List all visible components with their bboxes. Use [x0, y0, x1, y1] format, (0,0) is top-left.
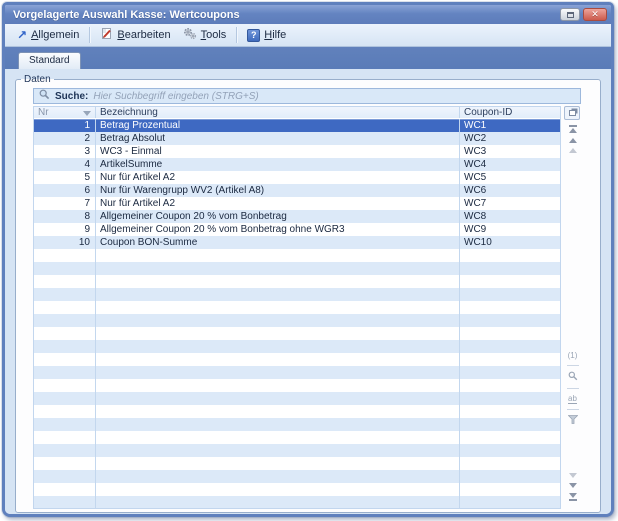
- table-row[interactable]: 2Betrag AbsolutWC2: [34, 132, 560, 145]
- strip-separator: [567, 388, 579, 389]
- table-body: 1Betrag ProzentualWC12Betrag AbsolutWC23…: [34, 119, 560, 509]
- table-row-empty: [34, 379, 560, 392]
- table-row[interactable]: 4ArtikelSummeWC4: [34, 158, 560, 171]
- table-row-empty: [34, 405, 560, 418]
- table-row[interactable]: 8Allgemeiner Coupon 20 % vom BonbetragWC…: [34, 210, 560, 223]
- content-panel: Daten Suche: Hier Suchbegriff eingeben (…: [5, 69, 611, 517]
- table-row-empty: [34, 470, 560, 483]
- window: Vorgelagerte Auswahl Kasse: Wertcoupons …: [2, 2, 614, 517]
- table-row-empty: [34, 275, 560, 288]
- table-row-empty: [34, 431, 560, 444]
- column-header-nr[interactable]: Nr: [34, 107, 96, 118]
- table-row-empty: [34, 262, 560, 275]
- coupon-table: Nr Bezeichnung Coupon-ID 1Betrag Prozent…: [33, 106, 561, 509]
- magnifier-icon: [39, 87, 50, 105]
- toolbar-item-hilfe[interactable]: ? Hilfe: [241, 27, 292, 44]
- strip-separator: [567, 365, 579, 366]
- columns-icon[interactable]: (1): [568, 351, 578, 360]
- toolbar-label: Bearbeiten: [117, 29, 170, 41]
- column-chooser-button[interactable]: [564, 106, 580, 120]
- page-down-icon[interactable]: [569, 473, 577, 478]
- table-row-empty: [34, 301, 560, 314]
- table-row-empty: [34, 457, 560, 470]
- grid-nav-strip: (1) ab: [564, 123, 581, 509]
- window-title: Vorgelagerte Auswahl Kasse: Wertcoupons: [13, 9, 560, 21]
- question-icon: ?: [247, 29, 260, 42]
- move-up-icon[interactable]: [569, 138, 577, 143]
- table-row[interactable]: 9Allgemeiner Coupon 20 % vom Bonbetrag o…: [34, 223, 560, 236]
- move-down-icon[interactable]: [569, 483, 577, 488]
- column-header-bezeichnung[interactable]: Bezeichnung: [96, 107, 460, 118]
- table-row[interactable]: 6Nur für Warengrupp WV2 (Artikel A8)WC6: [34, 184, 560, 197]
- table-row-empty: [34, 314, 560, 327]
- table-row-empty: [34, 418, 560, 431]
- search-placeholder: Hier Suchbegriff eingeben (STRG+S): [93, 91, 258, 102]
- toolbar-item-bearbeiten[interactable]: Bearbeiten: [94, 25, 176, 45]
- table-row-empty: [34, 392, 560, 405]
- search-icon[interactable]: [568, 371, 578, 383]
- scroll-to-top-icon[interactable]: [569, 125, 577, 133]
- tab-band: Standard: [5, 47, 611, 69]
- table-row-empty: [34, 496, 560, 509]
- column-chooser-icon: [569, 110, 576, 116]
- notebook-pen-icon: [100, 27, 113, 43]
- table-header: Nr Bezeichnung Coupon-ID: [34, 106, 560, 119]
- table-row[interactable]: 1Betrag ProzentualWC1: [34, 119, 560, 132]
- arrow-up-right-icon: ↗: [17, 30, 27, 40]
- maximize-icon: [567, 12, 574, 18]
- column-header-coupon-id[interactable]: Coupon-ID: [460, 107, 560, 118]
- titlebar: Vorgelagerte Auswahl Kasse: Wertcoupons …: [5, 5, 611, 24]
- text-find-icon[interactable]: ab: [568, 394, 577, 404]
- filter-icon[interactable]: [568, 415, 578, 426]
- table-row-empty: [34, 249, 560, 262]
- tab-label: Standard: [29, 55, 70, 66]
- close-icon: ✕: [591, 9, 599, 20]
- table-row-empty: [34, 288, 560, 301]
- table-row[interactable]: 5Nur für Artikel A2WC5: [34, 171, 560, 184]
- toolbar-item-tools[interactable]: Tools: [177, 25, 233, 45]
- table-row[interactable]: 3WC3 - EinmalWC3: [34, 145, 560, 158]
- daten-label: Daten: [21, 74, 54, 85]
- table-row-empty: [34, 327, 560, 340]
- toolbar-item-allgemein[interactable]: ↗ Allgemein: [11, 27, 85, 43]
- table-row[interactable]: 7Nur für Artikel A2WC7: [34, 197, 560, 210]
- toolbar-label: Hilfe: [264, 29, 286, 41]
- table-row-empty: [34, 340, 560, 353]
- toolbar-label: Tools: [201, 29, 227, 41]
- search-bar[interactable]: Suche: Hier Suchbegriff eingeben (STRG+S…: [33, 88, 581, 104]
- maximize-button[interactable]: [560, 8, 580, 21]
- page-up-icon[interactable]: [569, 148, 577, 153]
- window-controls: ✕: [560, 8, 607, 21]
- daten-groupbox: Daten Suche: Hier Suchbegriff eingeben (…: [15, 74, 601, 513]
- table-row-empty: [34, 353, 560, 366]
- table-row-empty: [34, 444, 560, 457]
- table-row-empty: [34, 366, 560, 379]
- gears-icon: [183, 27, 197, 43]
- scroll-to-bottom-icon[interactable]: [569, 493, 577, 501]
- tab-standard[interactable]: Standard: [18, 52, 81, 69]
- close-button[interactable]: ✕: [583, 8, 607, 21]
- table-row[interactable]: 10Coupon BON-SummeWC10: [34, 236, 560, 249]
- toolbar: ↗ Allgemein Bearbeiten: [5, 24, 611, 47]
- search-label: Suche:: [55, 91, 88, 102]
- toolbar-separator: [89, 27, 90, 43]
- table-row-empty: [34, 483, 560, 496]
- toolbar-label: Allgemein: [31, 29, 79, 41]
- toolbar-separator: [236, 27, 237, 43]
- sort-desc-icon: [83, 111, 91, 116]
- strip-separator: [567, 409, 579, 410]
